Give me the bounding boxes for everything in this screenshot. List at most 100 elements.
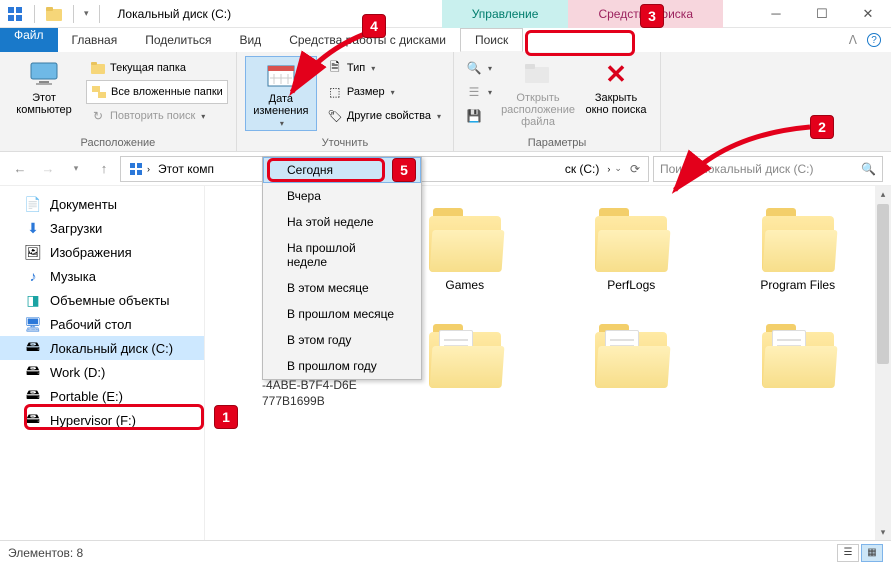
group-label: Расположение	[8, 135, 228, 149]
type-button[interactable]: 🗎 Тип ▾	[323, 56, 445, 80]
file-label: Program Files	[760, 278, 835, 292]
tree-item-music[interactable]: ♪Музыка	[0, 264, 204, 288]
tree-item-documents[interactable]: 📄Документы	[0, 192, 204, 216]
maximize-button[interactable]: ☐	[799, 0, 845, 28]
help-icon[interactable]: ?	[867, 33, 881, 47]
back-button[interactable]: ←	[8, 157, 32, 181]
chevron-down-icon: ▾	[201, 112, 205, 121]
ribbon: Этот компьютер Текущая папка Все вложенн…	[0, 52, 891, 152]
vertical-scrollbar[interactable]: ▴ ▾	[875, 186, 891, 540]
menu-item-last-year[interactable]: В прошлом году	[263, 353, 421, 379]
file-item-guid[interactable]: -4ABE-B7F4-D6E 777B1699B	[262, 378, 357, 409]
menu-item-last-week[interactable]: На прошлой неделе	[263, 235, 421, 275]
label: Дата изменения	[253, 93, 308, 117]
tree-item-pictures[interactable]: 🖼Изображения	[0, 240, 204, 264]
menu-item-today[interactable]: Сегодня	[263, 157, 421, 183]
view-details-button[interactable]: ☰	[837, 544, 859, 562]
other-properties-button[interactable]: 🏷 Другие свойства ▾	[323, 104, 445, 128]
close-search-button[interactable]: ✕ Закрыть окно поиска	[580, 56, 652, 118]
close-button[interactable]: ✕	[845, 0, 891, 28]
menu-item-this-year[interactable]: В этом году	[263, 327, 421, 353]
forward-button[interactable]: →	[36, 157, 60, 181]
file-item-program-files[interactable]: Program Files	[725, 216, 872, 292]
all-subfolders-button[interactable]: Все вложенные папки	[86, 80, 228, 104]
tab-search[interactable]: Поиск	[460, 28, 523, 52]
open-file-location-button[interactable]: Открыть расположение файла	[502, 56, 574, 130]
scroll-down-icon[interactable]: ▾	[875, 524, 891, 540]
tree-item-3d-objects[interactable]: ◨Объемные объекты	[0, 288, 204, 312]
scroll-up-icon[interactable]: ▴	[875, 186, 891, 202]
tab-view[interactable]: Вид	[225, 28, 275, 52]
tree-item-downloads[interactable]: ⬇Загрузки	[0, 216, 204, 240]
save-search-button[interactable]: 💾	[462, 104, 496, 128]
folder-icon	[429, 332, 501, 388]
window-title: Локальный диск (C:)	[118, 7, 232, 21]
file-item-partial-2[interactable]	[558, 332, 705, 388]
tree-item-drive-d[interactable]: 🖴Work (D:)	[0, 360, 204, 384]
current-folder-button[interactable]: Текущая папка	[86, 56, 228, 80]
menu-item-yesterday[interactable]: Вчера	[263, 183, 421, 209]
close-x-icon: ✕	[600, 58, 632, 90]
menu-item-this-week[interactable]: На этой неделе	[263, 209, 421, 235]
search-icon[interactable]: 🔍	[861, 162, 876, 176]
folder-icon[interactable]	[45, 5, 63, 23]
folder-icon	[429, 216, 501, 272]
contextual-tab-manage[interactable]: Управление	[442, 0, 569, 28]
qat-dropdown-icon[interactable]: ▾	[84, 8, 89, 19]
file-item-partial-3[interactable]	[725, 332, 872, 388]
tab-file[interactable]: Файл	[0, 28, 58, 52]
contextual-tab-search-tools[interactable]: Средства поиска	[568, 0, 723, 28]
scrollbar-thumb[interactable]	[877, 204, 889, 364]
drive-icon: 🖴	[24, 339, 42, 357]
label: Размер	[347, 86, 385, 98]
advanced-options-button[interactable]: ☰ ▾	[462, 80, 496, 104]
tab-drive-tools[interactable]: Средства работы с дисками	[275, 28, 460, 52]
window-controls: ─ ☐ ✕	[753, 0, 891, 28]
tab-share[interactable]: Поделиться	[131, 28, 225, 52]
breadcrumb-root[interactable]: ›	[125, 162, 154, 176]
documents-icon: 📄	[24, 195, 42, 213]
refresh-icon[interactable]: ⟳	[630, 162, 640, 176]
view-icons-button[interactable]: ▦	[861, 544, 883, 562]
menu-item-this-month[interactable]: В этом месяце	[263, 275, 421, 301]
search-placeholder: Поиск: Локальный диск (C:)	[660, 162, 861, 176]
size-button[interactable]: ⬚ Размер ▾	[323, 80, 445, 104]
pictures-icon: 🖼	[24, 243, 42, 261]
search-history-icon: 🔍	[466, 60, 482, 76]
folder-icon	[762, 332, 834, 388]
ribbon-group-options: 🔍 ▾ ☰ ▾ 💾 Открыть расположение файла ✕ З…	[454, 52, 661, 151]
tree-item-drive-e[interactable]: 🖴Portable (E:)	[0, 384, 204, 408]
options-icon: ☰	[466, 84, 482, 100]
file-item-perflogs[interactable]: PerfLogs	[558, 216, 705, 292]
label: Текущая папка	[110, 62, 186, 74]
up-button[interactable]: ↑	[92, 157, 116, 181]
date-modified-button[interactable]: Дата изменения ▾	[245, 56, 317, 131]
drive-icon: 🖴	[24, 387, 42, 405]
explorer-icon	[6, 5, 24, 23]
search-again-button[interactable]: ↻ Повторить поиск ▾	[86, 104, 228, 128]
content-area: 📄Документы ⬇Загрузки 🖼Изображения ♪Музык…	[0, 186, 891, 540]
calendar-icon	[265, 59, 297, 91]
tree-item-desktop[interactable]: 🖥Рабочий стол	[0, 312, 204, 336]
navigation-tree[interactable]: 📄Документы ⬇Загрузки 🖼Изображения ♪Музык…	[0, 186, 205, 540]
tree-item-drive-c[interactable]: 🖴Локальный диск (C:)	[0, 336, 204, 360]
recent-locations-button[interactable]: ▾	[64, 157, 88, 181]
chevron-down-icon: ▾	[488, 88, 492, 97]
ribbon-collapse-icon[interactable]: ᐱ	[849, 33, 857, 47]
refresh-icon: ↻	[90, 108, 106, 124]
size-icon: ⬚	[327, 84, 343, 100]
breadcrumb-drive[interactable]: ск (C:)›	[561, 162, 615, 176]
tab-home[interactable]: Главная	[58, 28, 132, 52]
folder-icon	[595, 216, 667, 272]
menu-item-last-month[interactable]: В прошлом месяце	[263, 301, 421, 327]
date-modified-menu: Сегодня Вчера На этой неделе На прошлой …	[262, 156, 422, 380]
minimize-button[interactable]: ─	[753, 0, 799, 28]
separator	[99, 5, 100, 23]
recent-searches-button[interactable]: 🔍 ▾	[462, 56, 496, 80]
tree-item-drive-f[interactable]: 🖴Hypervisor (F:)	[0, 408, 204, 432]
quick-access-toolbar: ▾ Локальный диск (C:)	[0, 5, 231, 23]
this-computer-button[interactable]: Этот компьютер	[8, 56, 80, 118]
search-box[interactable]: Поиск: Локальный диск (C:) 🔍	[653, 156, 883, 182]
breadcrumb-this-pc[interactable]: Этот комп	[154, 162, 218, 176]
address-dropdown-icon[interactable]: ⌄	[614, 163, 622, 174]
